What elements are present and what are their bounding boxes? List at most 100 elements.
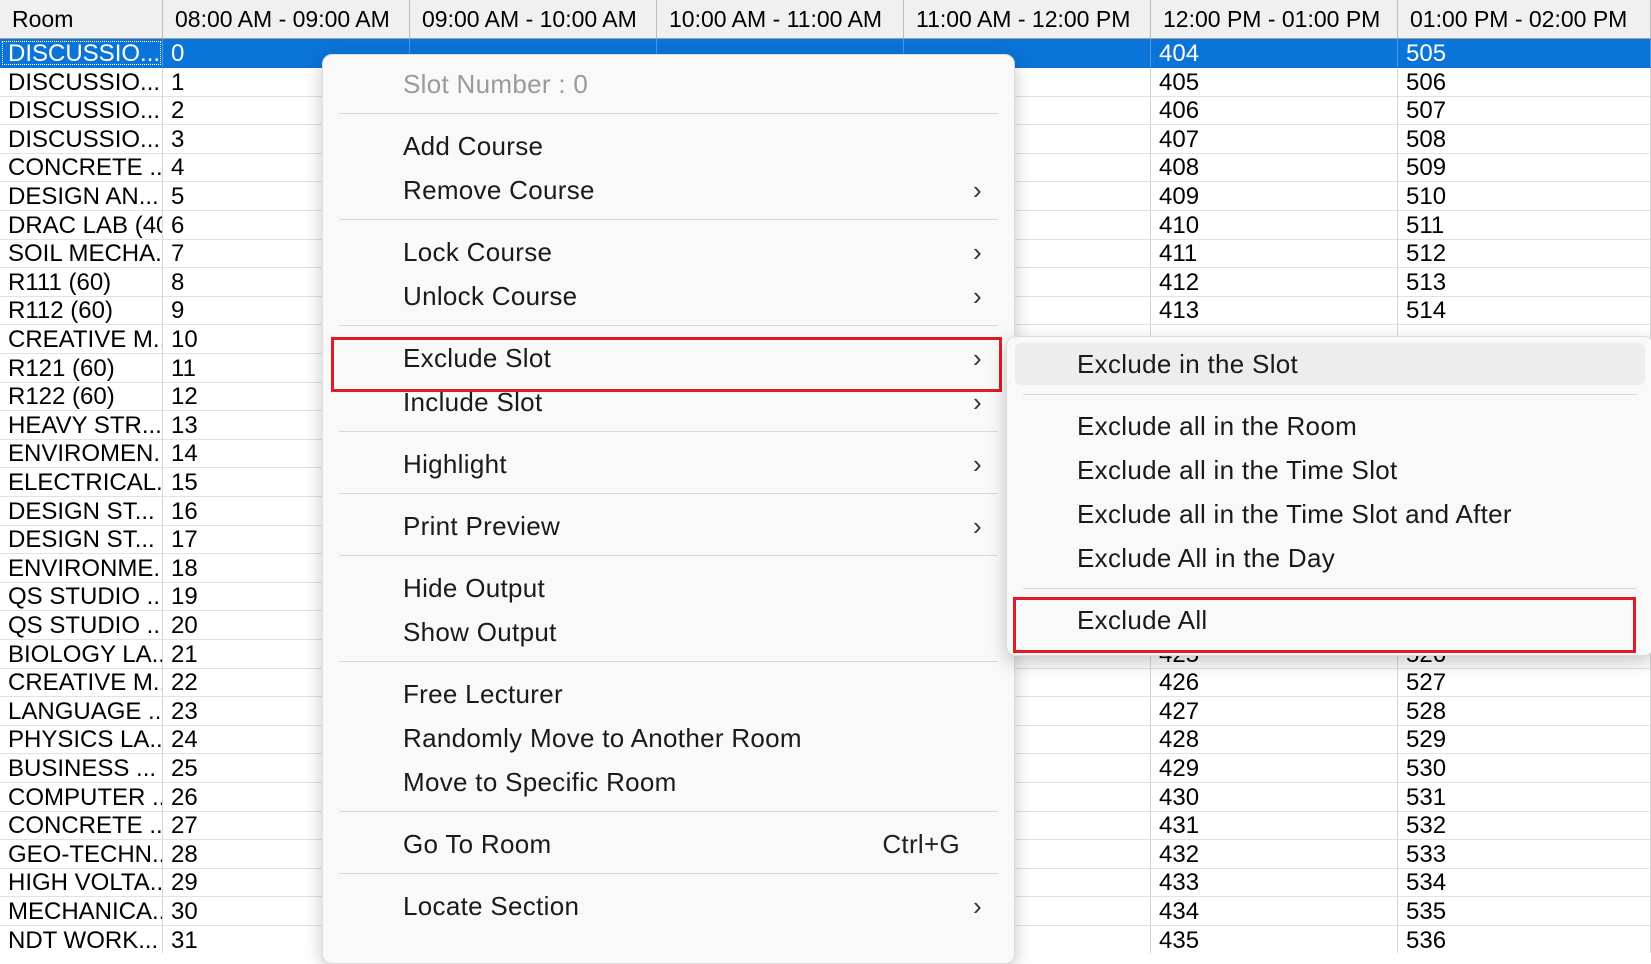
room-cell[interactable]: DISCUSSIO... — [0, 39, 163, 67]
time-cell[interactable]: 505 — [1398, 39, 1651, 67]
room-cell[interactable]: COMPUTER ... — [0, 782, 163, 811]
room-cell[interactable]: DISCUSSIO... — [0, 67, 163, 96]
time-cell[interactable]: 407 — [1151, 124, 1398, 153]
time-cell[interactable]: 432 — [1151, 839, 1398, 868]
room-cell[interactable]: CONCRETE ... — [0, 153, 163, 182]
room-cell[interactable]: PHYSICS LA... — [0, 725, 163, 754]
room-cell[interactable]: HIGH VOLTA... — [0, 868, 163, 897]
time-cell[interactable]: 508 — [1398, 124, 1651, 153]
room-cell[interactable]: BUSINESS ... — [0, 754, 163, 782]
time-cell[interactable]: 408 — [1151, 153, 1398, 182]
room-cell[interactable]: DESIGN ST... — [0, 496, 163, 525]
time-cell[interactable]: 513 — [1398, 267, 1651, 296]
time-cell[interactable]: 411 — [1151, 239, 1398, 268]
room-cell[interactable]: LANGUAGE ... — [0, 696, 163, 725]
time-cell[interactable]: 429 — [1151, 754, 1398, 782]
menu-item-show-output[interactable]: Show Output — [333, 611, 1004, 653]
room-cell[interactable]: DRAC LAB (40) — [0, 210, 163, 239]
time-cell[interactable]: 535 — [1398, 897, 1651, 925]
submenu-item-exclude-all-time-slot[interactable]: Exclude all in the Time Slot — [1015, 449, 1645, 491]
room-cell[interactable]: R121 (60) — [0, 353, 163, 382]
time-cell[interactable]: 427 — [1151, 696, 1398, 725]
room-cell[interactable]: ENVIROMEN... — [0, 439, 163, 468]
menu-item-free-lecturer[interactable]: Free Lecturer — [333, 673, 1004, 715]
menu-item-lock-course[interactable]: Lock Course › — [333, 231, 1004, 273]
submenu-item-exclude-all-time-slot-after[interactable]: Exclude all in the Time Slot and After — [1015, 493, 1645, 535]
time-cell[interactable]: 406 — [1151, 96, 1398, 125]
time-cell[interactable]: 405 — [1151, 67, 1398, 96]
time-cell[interactable]: 428 — [1151, 725, 1398, 754]
time-cell[interactable]: 413 — [1151, 296, 1398, 325]
submenu-item-exclude-all-room[interactable]: Exclude all in the Room — [1015, 405, 1645, 447]
time-cell[interactable]: 511 — [1398, 210, 1651, 239]
room-cell[interactable]: SOIL MECHA... — [0, 239, 163, 268]
time-cell[interactable]: 531 — [1398, 782, 1651, 811]
room-cell[interactable]: NDT WORK... — [0, 925, 163, 953]
time-cell[interactable]: 507 — [1398, 96, 1651, 125]
column-header-1300[interactable]: 01:00 PM - 02:00 PM — [1398, 0, 1651, 38]
time-cell[interactable]: 510 — [1398, 182, 1651, 210]
room-cell[interactable]: CREATIVE M... — [0, 325, 163, 353]
room-cell[interactable]: CONCRETE ... — [0, 811, 163, 840]
menu-item-remove-course[interactable]: Remove Course › — [333, 169, 1004, 211]
room-cell[interactable]: DESIGN ST... — [0, 525, 163, 554]
submenu-item-exclude-all[interactable]: Exclude All — [1015, 599, 1645, 641]
room-cell[interactable]: QS STUDIO ... — [0, 611, 163, 639]
room-cell[interactable]: R122 (60) — [0, 382, 163, 411]
room-cell[interactable]: DISCUSSIO... — [0, 124, 163, 153]
time-cell[interactable]: 410 — [1151, 210, 1398, 239]
time-cell[interactable]: 527 — [1398, 668, 1651, 697]
room-cell[interactable]: HEAVY STR... — [0, 410, 163, 439]
room-cell[interactable]: R111 (60) — [0, 267, 163, 296]
menu-item-move-specific-room[interactable]: Move to Specific Room — [333, 761, 1004, 803]
menu-item-print-preview[interactable]: Print Preview › — [333, 505, 1004, 547]
column-header-1100[interactable]: 11:00 AM - 12:00 PM — [904, 0, 1151, 38]
menu-item-add-course[interactable]: Add Course — [333, 125, 1004, 167]
menu-item-hide-output[interactable]: Hide Output — [333, 567, 1004, 609]
menu-item-exclude-slot[interactable]: Exclude Slot › — [333, 337, 1004, 379]
time-cell[interactable]: 435 — [1151, 925, 1398, 953]
menu-item-locate-section[interactable]: Locate Section › — [333, 885, 1004, 927]
menu-item-go-to-room[interactable]: Go To Room Ctrl+G — [333, 823, 1004, 865]
time-cell[interactable]: 509 — [1398, 153, 1651, 182]
column-header-1000[interactable]: 10:00 AM - 11:00 AM — [657, 0, 904, 38]
time-cell[interactable]: 404 — [1151, 39, 1398, 67]
menu-item-include-slot[interactable]: Include Slot › — [333, 381, 1004, 423]
room-cell[interactable]: R112 (60) — [0, 296, 163, 325]
time-cell[interactable]: 431 — [1151, 811, 1398, 840]
time-cell[interactable]: 434 — [1151, 897, 1398, 925]
menu-item-highlight[interactable]: Highlight › — [333, 443, 1004, 485]
time-cell[interactable]: 529 — [1398, 725, 1651, 754]
time-cell[interactable]: 412 — [1151, 267, 1398, 296]
column-header-0900[interactable]: 09:00 AM - 10:00 AM — [410, 0, 657, 38]
column-header-0800[interactable]: 08:00 AM - 09:00 AM — [163, 0, 410, 38]
room-cell[interactable]: CREATIVE M... — [0, 668, 163, 697]
time-cell[interactable]: 532 — [1398, 811, 1651, 840]
time-cell[interactable]: 536 — [1398, 925, 1651, 953]
time-cell[interactable]: 506 — [1398, 67, 1651, 96]
room-cell[interactable]: BIOLOGY LA... — [0, 639, 163, 668]
room-cell[interactable]: ENVIRONME... — [0, 553, 163, 582]
time-cell[interactable]: 533 — [1398, 839, 1651, 868]
time-cell[interactable]: 514 — [1398, 296, 1651, 325]
column-header-room[interactable]: Room — [0, 0, 163, 38]
column-header-1200[interactable]: 12:00 PM - 01:00 PM — [1151, 0, 1398, 38]
time-cell[interactable]: 534 — [1398, 868, 1651, 897]
submenu-item-exclude-all-day[interactable]: Exclude All in the Day — [1015, 537, 1645, 579]
room-cell[interactable]: ELECTRICAL... — [0, 468, 163, 496]
room-cell[interactable]: DESIGN AN... — [0, 182, 163, 210]
submenu-item-exclude-in-slot[interactable]: Exclude in the Slot — [1015, 343, 1645, 385]
room-cell[interactable]: DISCUSSIO... — [0, 96, 163, 125]
room-cell[interactable]: GEO-TECHN... — [0, 839, 163, 868]
time-cell[interactable]: 512 — [1398, 239, 1651, 268]
time-cell[interactable]: 430 — [1151, 782, 1398, 811]
time-cell[interactable]: 426 — [1151, 668, 1398, 697]
menu-item-randomly-move-room[interactable]: Randomly Move to Another Room — [333, 717, 1004, 759]
time-cell[interactable]: 530 — [1398, 754, 1651, 782]
time-cell[interactable]: 409 — [1151, 182, 1398, 210]
room-cell[interactable]: QS STUDIO ... — [0, 582, 163, 611]
menu-item-unlock-course[interactable]: Unlock Course › — [333, 275, 1004, 317]
time-cell[interactable]: 528 — [1398, 696, 1651, 725]
room-cell[interactable]: MECHANICA... — [0, 897, 163, 925]
time-cell[interactable]: 433 — [1151, 868, 1398, 897]
